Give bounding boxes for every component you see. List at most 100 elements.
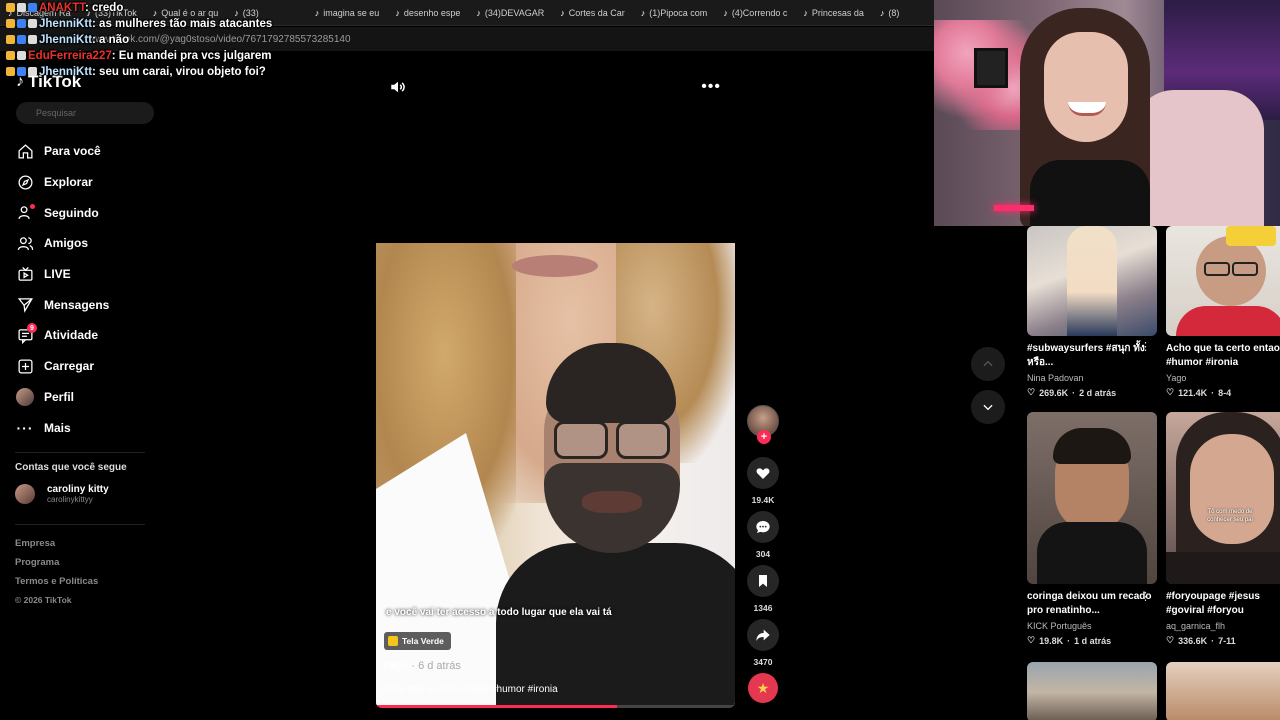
save-button[interactable] [747, 565, 779, 597]
video-author[interactable]: Yago · 6 d atrás [382, 660, 461, 672]
search-input[interactable]: Pesquisar [16, 102, 154, 124]
video-user: KICK Português [1027, 621, 1092, 631]
stream-chat-overlay: ANAKTT: credo JhenniKtt: as mulheres tão… [6, 0, 276, 80]
volume-icon[interactable] [388, 78, 408, 96]
heart-outline-icon: ♡ [1027, 635, 1036, 645]
upload-icon [16, 357, 34, 375]
sidebar-item-para-voce[interactable]: Para você [0, 136, 160, 167]
video-user: Yago [1166, 373, 1187, 383]
browser-tab[interactable]: ♪ imagina se eu [307, 8, 388, 18]
streamer-webcam [934, 0, 1280, 226]
video-thumbnail[interactable]: Tô com medo de conhecer seu pai [1166, 412, 1280, 584]
chat-text: : credo [85, 2, 124, 14]
chat-badges [6, 67, 37, 76]
chat-message: JhenniKtt: as mulheres tão mais atacante… [6, 16, 276, 32]
sidebar-item-atividade[interactable]: 9 Atividade [0, 320, 160, 351]
bookmark-icon [759, 575, 767, 587]
share-count: 3470 [753, 657, 773, 667]
video-thumbnail[interactable] [1027, 226, 1157, 336]
video-stats: ♡ 269.6K · 2 d atrás [1027, 387, 1117, 398]
chat-badges [6, 19, 37, 28]
recommended-video-card[interactable] [1027, 662, 1157, 720]
sidebar-item-explorar[interactable]: Explorar [0, 167, 160, 198]
video-stats: ♡ 19.8K · 1 d atrás [1027, 635, 1112, 646]
recommended-video-card[interactable] [1166, 662, 1280, 720]
footer-link-termos[interactable]: Termos e Políticas [15, 576, 98, 595]
divider [15, 452, 145, 453]
browser-tab[interactable]: ♪ (4)Correndo c [715, 8, 795, 18]
recommended-video-card[interactable]: Acho que ta certo entao #humor #ironia Y… [1166, 226, 1280, 398]
sidebar-item-seguindo[interactable]: Seguindo [0, 197, 160, 228]
chat-username: JhenniKtt [39, 18, 93, 30]
effect-chip[interactable]: Tela Verde [384, 632, 451, 650]
home-icon [16, 142, 34, 160]
sidebar-item-perfil[interactable]: Perfil [0, 382, 160, 413]
chat-message: EduFerreira227: Eu mandei pra vcs julgar… [6, 48, 276, 64]
video-caption: e você vai ter acesso a todo lugar que e… [386, 607, 612, 618]
chat-username: ANAKTT [39, 2, 85, 14]
chat-text: : a não [92, 34, 130, 46]
browser-tab[interactable]: ♪ (1)Pipoca com [633, 8, 716, 18]
notification-dot [30, 203, 35, 209]
video-title: #subwaysurfers #สนุก ทั้งหรือ... [1027, 343, 1145, 368]
footer-link-empresa[interactable]: Empresa [15, 538, 98, 557]
compass-icon [16, 173, 34, 191]
chat-text: : as mulheres tão mais atacantes [92, 18, 273, 30]
video-thumbnail[interactable] [1166, 226, 1280, 336]
sidebar-item-carregar[interactable]: Carregar [0, 351, 160, 382]
tiktok-icon: ♪ [640, 7, 646, 18]
video-thumbnail[interactable] [1027, 412, 1157, 584]
browser-tab[interactable]: ♪ (34)DEVAGAR [468, 8, 552, 18]
recommended-video-card[interactable]: Tô com medo de conhecer seu pai #foryoup… [1166, 412, 1280, 646]
sidebar-item-mais[interactable]: ··· Mais [0, 412, 160, 443]
video-user: Nina Padovan [1027, 373, 1084, 383]
recommended-video-card[interactable]: coringa deixou um recado pro renatinho..… [1027, 412, 1157, 646]
follow-plus-icon[interactable]: + [757, 430, 771, 444]
browser-tab[interactable]: ♪ Princesas da [795, 8, 872, 18]
share-button[interactable] [747, 619, 779, 651]
like-button[interactable] [747, 457, 779, 489]
video-actions: + 19.4K 304 1346 3470 ★ [744, 405, 782, 703]
browser-tab[interactable]: ♪ desenho espe [387, 8, 468, 18]
share-icon [756, 629, 770, 641]
profile-icon [16, 387, 34, 406]
following-section-title: Contas que você segue [15, 462, 127, 473]
sidebar-item-live[interactable]: LIVE [0, 259, 160, 290]
recommended-video-card[interactable]: #subwaysurfers #สนุก ทั้งหรือ... ⋮ Nina … [1027, 226, 1157, 398]
effect-icon [388, 636, 398, 646]
chat-badges [6, 3, 37, 12]
video-user: aq_garnica_flh [1166, 621, 1226, 631]
more-vertical-icon[interactable]: ⋮ [1140, 340, 1151, 353]
heart-outline-icon: ♡ [1027, 387, 1036, 397]
more-vertical-icon[interactable]: ⋮ [1140, 590, 1151, 603]
video-stats: ♡ 336.6K · 7-11 [1166, 635, 1236, 646]
sidebar-item-amigos[interactable]: Amigos [0, 228, 160, 259]
like-count: 19.4K [751, 495, 775, 505]
sidebar-item-mensagens[interactable]: Mensagens [0, 289, 160, 320]
video-thumbnail[interactable] [1166, 662, 1280, 720]
video-title: coringa deixou um recado pro renatinho..… [1027, 591, 1152, 616]
tiktok-icon: ♪ [476, 7, 481, 18]
sidebar: ♪ TikTok Pesquisar Para você Explorar Seg… [0, 52, 160, 720]
tiktok-icon: ♪ [560, 7, 565, 18]
following-account[interactable]: caroliny kitty carolinykittyy [15, 484, 109, 504]
sidebar-nav: Para você Explorar Seguindo Amigos LIVE … [0, 136, 160, 443]
footer-link-programa[interactable]: Programa [15, 557, 98, 576]
chat-message: JhenniKtt: a não [6, 32, 276, 48]
next-video-button[interactable] [971, 390, 1005, 424]
comment-button[interactable] [747, 511, 779, 543]
account-name: caroliny kitty [47, 484, 109, 495]
activity-badge: 9 [27, 323, 37, 334]
creator-avatar[interactable]: + [747, 405, 779, 444]
video-thumbnail[interactable] [1027, 662, 1157, 720]
video-time: · 6 d atrás [408, 660, 461, 672]
browser-tab[interactable]: ♪ Cortes da Car [552, 8, 633, 18]
music-disc-icon[interactable]: ★ [748, 673, 778, 703]
heart-outline-icon: ♡ [1166, 387, 1175, 397]
tiktok-icon: ♪ [395, 7, 400, 18]
video-player[interactable]: ••• e você vai ter acesso a todo lugar q… [376, 64, 735, 708]
browser-tab[interactable]: ♪ (8) [872, 8, 908, 18]
chat-text: : Eu mandei pra vcs julgarem [111, 50, 272, 62]
more-options-icon[interactable]: ••• [701, 78, 721, 96]
previous-video-button[interactable] [971, 347, 1005, 381]
